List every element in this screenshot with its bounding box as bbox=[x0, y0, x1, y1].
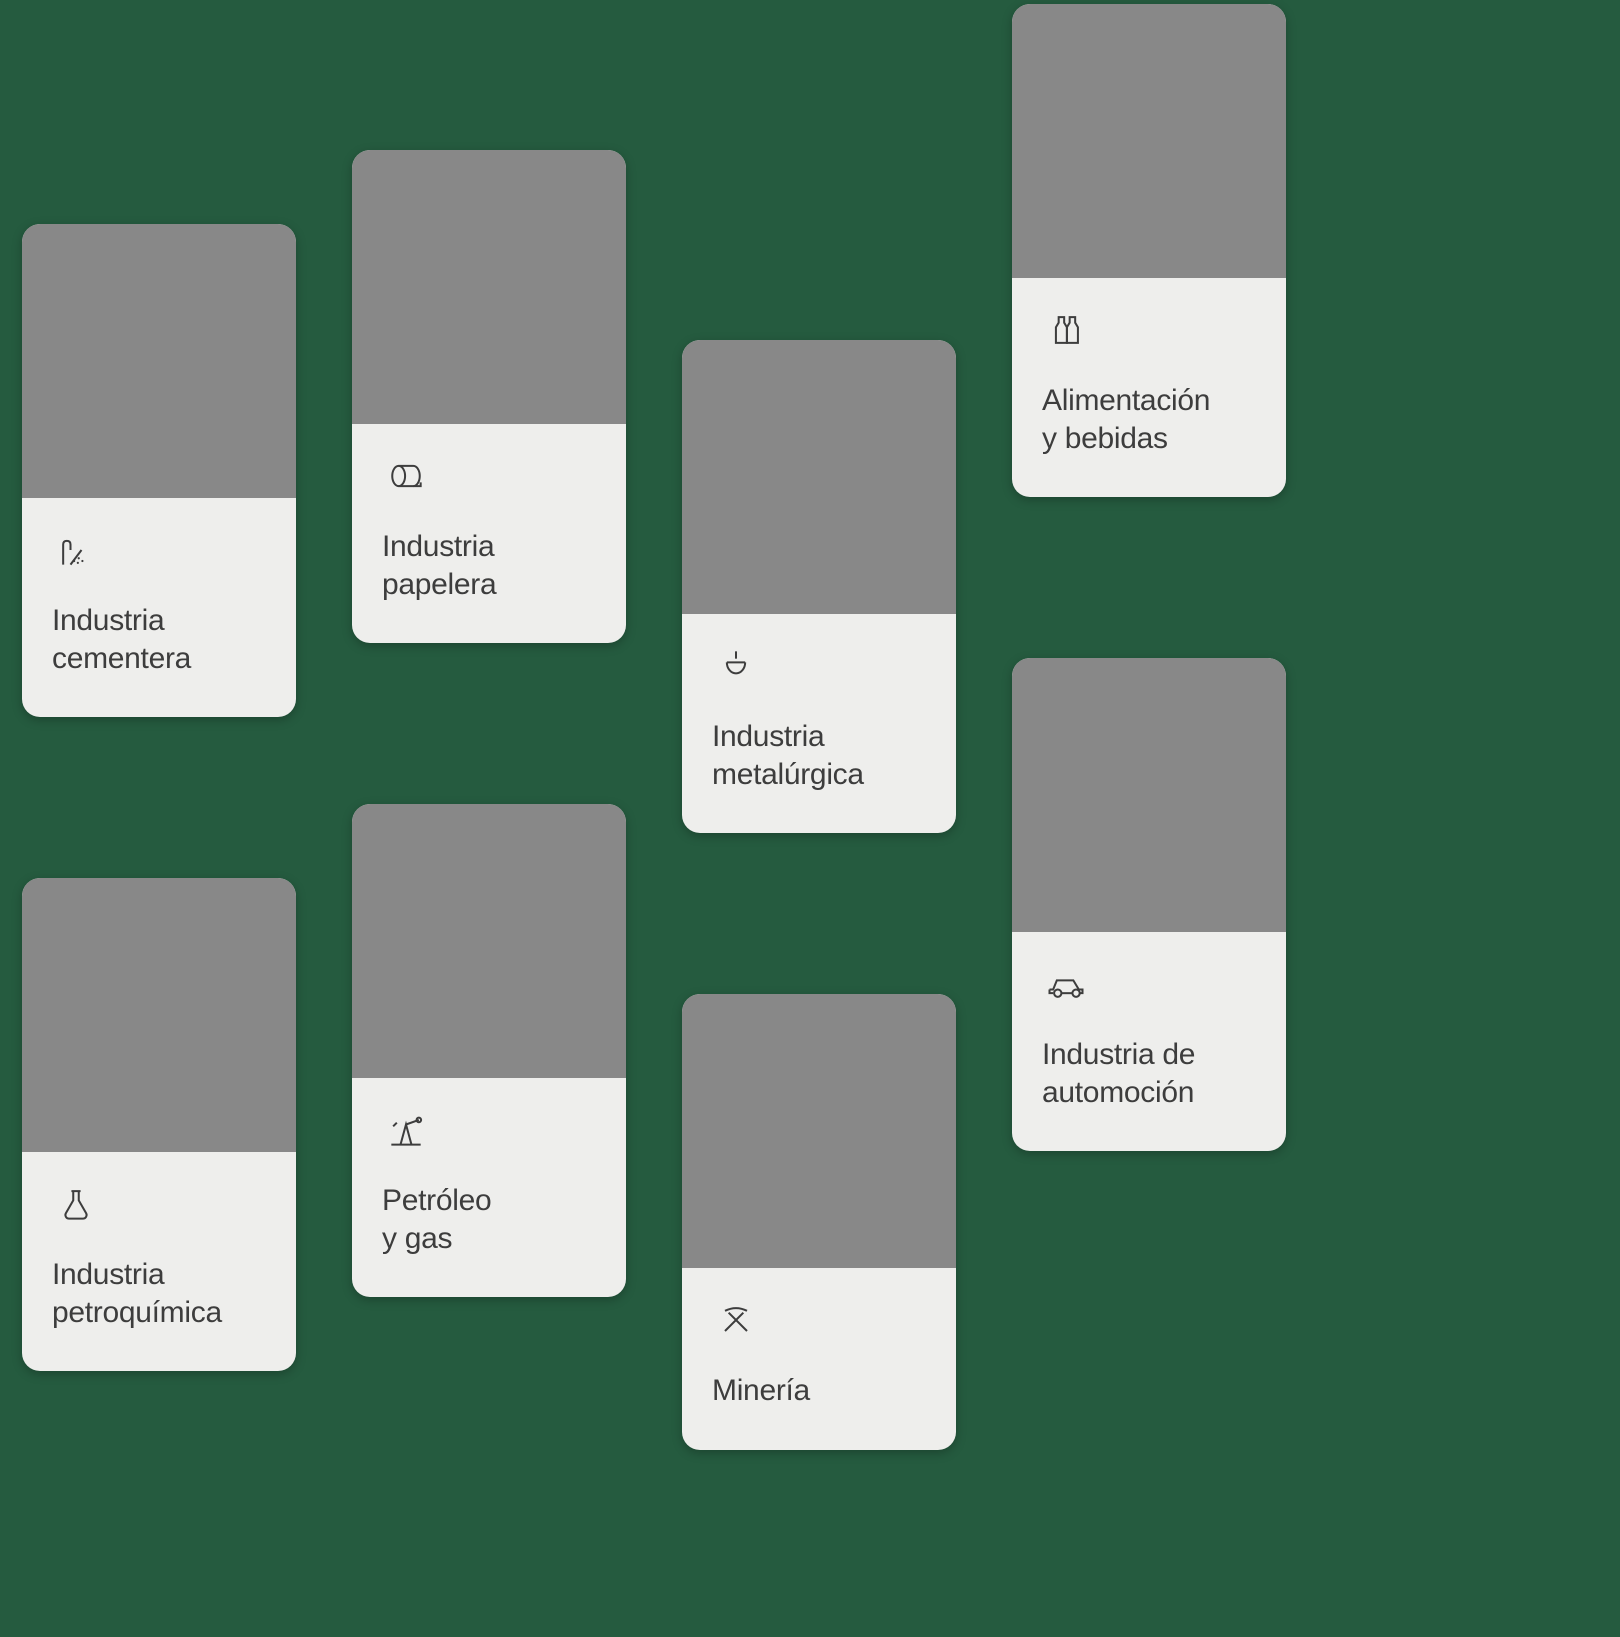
card-image bbox=[682, 994, 956, 1268]
card-metal[interactable]: Industria metalúrgica bbox=[682, 340, 956, 833]
card-title: Minería bbox=[712, 1372, 926, 1410]
card-food[interactable]: Alimentación y bebidas bbox=[1012, 4, 1286, 497]
card-title: Alimentación y bebidas bbox=[1042, 382, 1256, 457]
pumpjack-icon bbox=[382, 1106, 430, 1154]
card-image bbox=[682, 340, 956, 614]
card-title: Industria petroquímica bbox=[52, 1256, 266, 1331]
card-cement[interactable]: Industria cementera bbox=[22, 224, 296, 717]
card-auto[interactable]: Industria de automoción bbox=[1012, 658, 1286, 1151]
bottle-icon bbox=[1042, 306, 1090, 354]
card-image bbox=[22, 224, 296, 498]
card-title: Petróleo y gas bbox=[382, 1182, 596, 1257]
card-image bbox=[352, 150, 626, 424]
card-image bbox=[1012, 4, 1286, 278]
card-title: Industria cementera bbox=[52, 602, 266, 677]
card-title: Industria de automoción bbox=[1042, 1036, 1256, 1111]
card-title: Industria papelera bbox=[382, 528, 596, 603]
card-image bbox=[22, 878, 296, 1152]
card-mining[interactable]: Minería bbox=[682, 994, 956, 1450]
ladle-icon bbox=[712, 642, 760, 690]
card-oilgas[interactable]: Petróleo y gas bbox=[352, 804, 626, 1297]
card-image bbox=[352, 804, 626, 1078]
cement-icon bbox=[52, 526, 100, 574]
paper-roll-icon bbox=[382, 452, 430, 500]
card-title: Industria metalúrgica bbox=[712, 718, 926, 793]
card-petrochem[interactable]: Industria petroquímica bbox=[22, 878, 296, 1371]
pickaxe-icon bbox=[712, 1296, 760, 1344]
card-image bbox=[1012, 658, 1286, 932]
car-icon bbox=[1042, 960, 1090, 1008]
card-paper[interactable]: Industria papelera bbox=[352, 150, 626, 643]
flask-icon bbox=[52, 1180, 100, 1228]
